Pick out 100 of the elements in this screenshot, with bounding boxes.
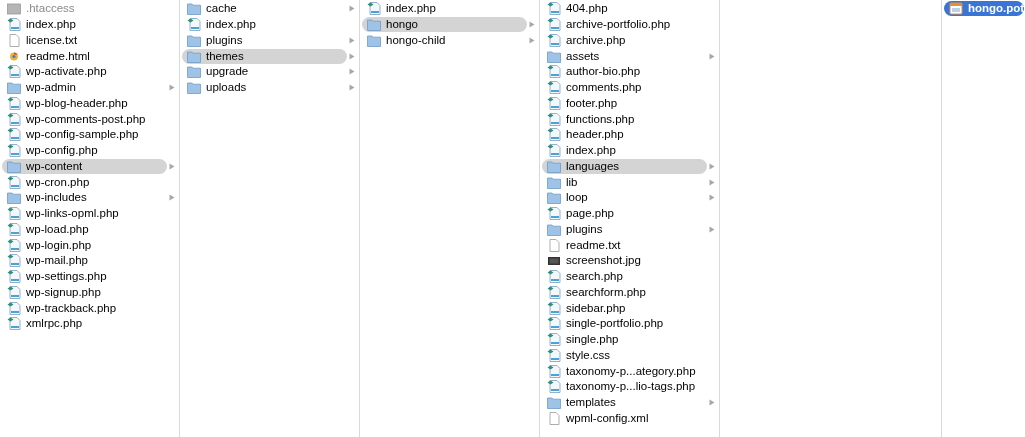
file-item[interactable]: wp-content bbox=[2, 158, 167, 174]
file-item[interactable]: author-bio.php bbox=[542, 64, 707, 80]
file-item[interactable]: wp-activate.php bbox=[2, 64, 167, 80]
file-item[interactable]: screenshot.jpg bbox=[542, 253, 707, 269]
script-file-icon bbox=[547, 112, 561, 126]
script-file-icon bbox=[7, 175, 21, 189]
script-file-icon bbox=[547, 270, 561, 284]
file-item[interactable]: taxonomy-p...lio-tags.php bbox=[542, 379, 707, 395]
file-item[interactable]: wp-settings.php bbox=[2, 269, 167, 285]
file-item[interactable]: archive-portfolio.php bbox=[542, 17, 707, 33]
script-file-icon bbox=[547, 81, 561, 95]
folder-icon bbox=[367, 18, 381, 32]
script-file-icon bbox=[547, 364, 561, 378]
script-file-icon bbox=[547, 380, 561, 394]
script-file-icon bbox=[547, 317, 561, 331]
file-item[interactable]: cache bbox=[182, 1, 347, 17]
file-item[interactable]: hongo-child bbox=[362, 32, 527, 48]
file-item[interactable]: wp-load.php bbox=[2, 221, 167, 237]
script-file-icon bbox=[547, 348, 561, 362]
file-item[interactable]: hongo bbox=[362, 17, 527, 33]
script-file-icon bbox=[547, 96, 561, 110]
file-item[interactable]: plugins bbox=[182, 32, 347, 48]
file-item[interactable]: themes bbox=[182, 48, 347, 64]
file-item[interactable]: hongo.pot bbox=[944, 1, 1025, 17]
file-item[interactable]: lib bbox=[542, 174, 707, 190]
file-item[interactable]: plugins bbox=[542, 221, 707, 237]
script-file-icon bbox=[7, 238, 21, 252]
file-item[interactable]: wp-login.php bbox=[2, 237, 167, 253]
file-item[interactable]: wp-links-opml.php bbox=[2, 206, 167, 222]
image-file-icon bbox=[547, 254, 561, 268]
folder-icon bbox=[7, 81, 21, 95]
file-item[interactable]: page.php bbox=[542, 206, 707, 222]
file-item[interactable]: wp-includes bbox=[2, 190, 167, 206]
folder-icon bbox=[7, 191, 21, 205]
document-icon bbox=[547, 238, 561, 252]
folder-icon bbox=[547, 396, 561, 410]
file-item[interactable]: xmlrpc.php bbox=[2, 316, 167, 332]
file-item[interactable]: .htaccess bbox=[2, 1, 167, 17]
script-file-icon bbox=[547, 33, 561, 47]
script-file-icon bbox=[7, 112, 21, 126]
script-file-icon bbox=[7, 18, 21, 32]
folder-icon bbox=[547, 222, 561, 236]
script-file-icon bbox=[7, 128, 21, 142]
disclosure-arrow-icon bbox=[709, 399, 715, 407]
file-item[interactable]: archive.php bbox=[542, 32, 707, 48]
file-item[interactable]: taxonomy-p...ategory.php bbox=[542, 363, 707, 379]
file-item[interactable]: license.txt bbox=[2, 32, 167, 48]
file-item[interactable]: comments.php bbox=[542, 80, 707, 96]
file-item[interactable]: wp-config-sample.php bbox=[2, 127, 167, 143]
script-file-icon bbox=[547, 128, 561, 142]
script-file-icon bbox=[547, 65, 561, 79]
file-item[interactable]: index.php bbox=[182, 17, 347, 33]
file-item[interactable]: templates bbox=[542, 395, 707, 411]
disclosure-arrow-icon bbox=[709, 52, 715, 60]
file-item[interactable]: wp-admin bbox=[2, 80, 167, 96]
file-item[interactable]: wp-signup.php bbox=[2, 284, 167, 300]
file-item[interactable]: search.php bbox=[542, 269, 707, 285]
file-item[interactable]: index.php bbox=[542, 143, 707, 159]
file-item[interactable]: upgrade bbox=[182, 64, 347, 80]
file-item[interactable]: assets bbox=[542, 48, 707, 64]
file-item[interactable]: index.php bbox=[362, 1, 527, 17]
document-icon bbox=[7, 33, 21, 47]
script-file-icon bbox=[7, 65, 21, 79]
folder-icon bbox=[547, 159, 561, 173]
folder-icon bbox=[187, 49, 201, 63]
file-item[interactable]: 404.php bbox=[542, 1, 707, 17]
file-item[interactable]: languages bbox=[542, 158, 707, 174]
disclosure-arrow-icon bbox=[169, 84, 175, 92]
file-item[interactable]: single.php bbox=[542, 332, 707, 348]
file-item[interactable]: searchform.php bbox=[542, 284, 707, 300]
file-item[interactable]: loop bbox=[542, 190, 707, 206]
disclosure-arrow-icon bbox=[709, 225, 715, 233]
folder-icon bbox=[187, 2, 201, 16]
file-item[interactable]: header.php bbox=[542, 127, 707, 143]
file-icon bbox=[7, 2, 21, 16]
file-item[interactable]: functions.php bbox=[542, 111, 707, 127]
file-item[interactable]: index.php bbox=[2, 17, 167, 33]
file-item[interactable]: wp-comments-post.php bbox=[2, 111, 167, 127]
file-item[interactable]: wp-blog-header.php bbox=[2, 95, 167, 111]
script-file-icon bbox=[187, 18, 201, 32]
file-item[interactable]: single-portfolio.php bbox=[542, 316, 707, 332]
file-item[interactable]: readme.txt bbox=[542, 237, 707, 253]
file-item[interactable]: wp-config.php bbox=[2, 143, 167, 159]
file-item[interactable]: footer.php bbox=[542, 95, 707, 111]
file-item[interactable]: wp-trackback.php bbox=[2, 300, 167, 316]
file-item[interactable]: wp-mail.php bbox=[2, 253, 167, 269]
script-file-icon bbox=[7, 270, 21, 284]
file-item[interactable]: wpml-config.xml bbox=[542, 410, 707, 426]
script-file-icon bbox=[7, 254, 21, 268]
script-file-icon bbox=[547, 18, 561, 32]
disclosure-arrow-icon bbox=[169, 162, 175, 170]
script-file-icon bbox=[7, 222, 21, 236]
script-file-icon bbox=[7, 285, 21, 299]
file-item[interactable]: wp-cron.php bbox=[2, 174, 167, 190]
file-item[interactable]: sidebar.php bbox=[542, 300, 707, 316]
file-item[interactable]: style.css bbox=[542, 347, 707, 363]
file-item[interactable]: readme.html bbox=[2, 48, 167, 64]
file-item[interactable]: uploads bbox=[182, 80, 347, 96]
script-file-icon bbox=[7, 301, 21, 315]
document-icon bbox=[547, 411, 561, 425]
